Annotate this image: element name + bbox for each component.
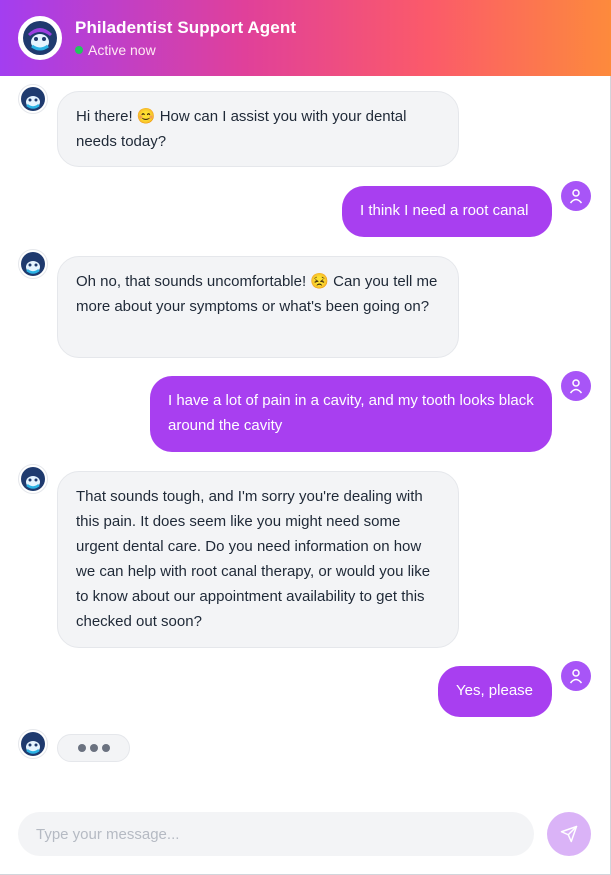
user-message: I think I need a root canal	[342, 186, 552, 237]
chat-header: Philadentist Support Agent Active now	[0, 0, 611, 76]
typing-indicator	[57, 734, 130, 762]
typing-dot	[101, 744, 110, 752]
user-icon	[569, 379, 583, 394]
bot-mascot-icon	[21, 467, 45, 491]
user-icon	[569, 189, 583, 204]
send-button[interactable]	[547, 812, 591, 856]
user-icon	[569, 669, 583, 684]
bot-avatar	[18, 249, 48, 279]
agent-status: Active now	[75, 42, 296, 58]
message-list[interactable]: Hi there! 😊 How can I assist you with yo…	[0, 76, 611, 790]
online-status-icon	[75, 46, 83, 54]
message-composer	[0, 790, 611, 875]
chat-window: Philadentist Support Agent Active now Hi…	[0, 0, 611, 875]
user-avatar	[561, 181, 591, 211]
bot-avatar	[18, 84, 48, 114]
user-message: I have a lot of pain in a cavity, and my…	[150, 376, 552, 452]
bot-mascot-icon	[21, 732, 45, 756]
bot-avatar	[18, 729, 48, 759]
send-icon	[560, 825, 578, 843]
bot-message: Hi there! 😊 How can I assist you with yo…	[57, 91, 459, 167]
status-text: Active now	[88, 42, 156, 58]
typing-dot	[77, 744, 86, 752]
message-input[interactable]	[18, 812, 534, 856]
user-avatar	[561, 661, 591, 691]
user-avatar	[561, 371, 591, 401]
bot-message: That sounds tough, and I'm sorry you're …	[57, 471, 459, 648]
bot-mascot-icon	[23, 21, 57, 55]
agent-name: Philadentist Support Agent	[75, 18, 297, 37]
bot-avatar	[18, 464, 48, 494]
bot-mascot-icon	[21, 252, 45, 276]
typing-dot	[89, 744, 98, 752]
user-message: Yes, please	[438, 666, 552, 717]
bot-message: Oh no, that sounds uncomfortable! 😣 Can …	[57, 256, 459, 358]
bot-mascot-icon	[21, 87, 45, 111]
agent-avatar	[18, 16, 62, 60]
